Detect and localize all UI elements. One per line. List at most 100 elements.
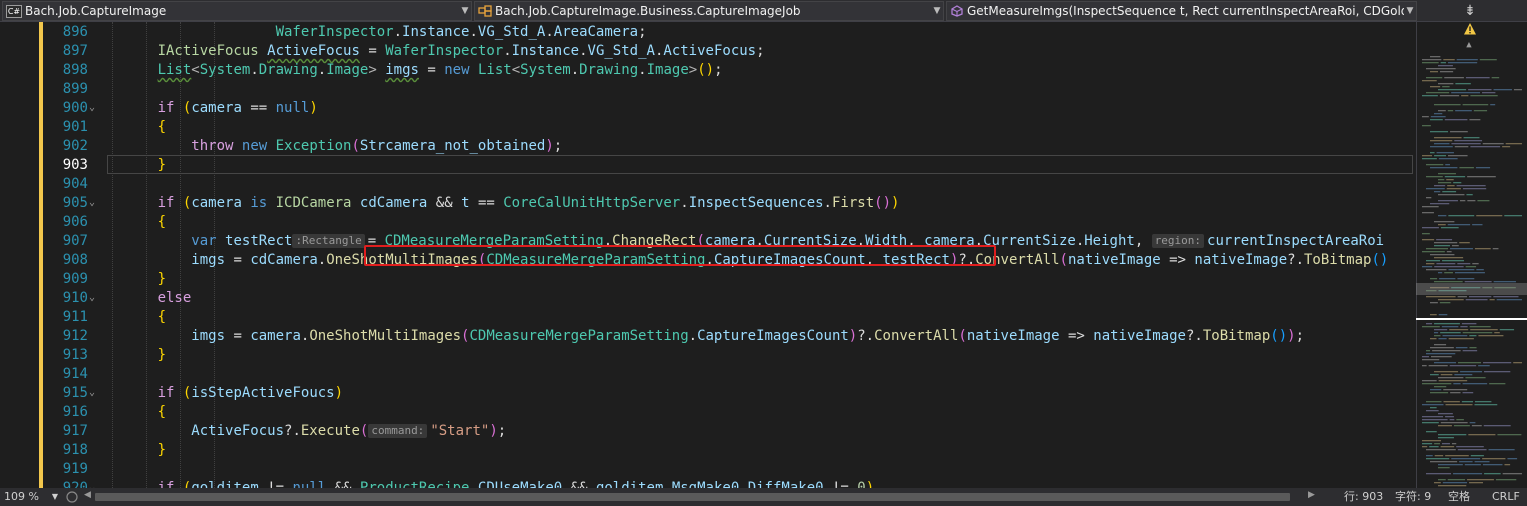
code-text: {: [157, 404, 167, 420]
minimap-line: [1434, 371, 1459, 373]
minimap-line: [1426, 248, 1449, 250]
minimap-line: [1443, 401, 1460, 403]
minimap-line: [1422, 422, 1439, 424]
minimap-line: [1453, 182, 1462, 184]
scroll-up-arrow-icon[interactable]: ▲: [1462, 40, 1476, 52]
minimap-line: [1504, 215, 1522, 217]
minimap-line: [1448, 338, 1474, 340]
minimap-line: [1438, 437, 1454, 439]
warning-icon[interactable]: [1463, 22, 1477, 36]
fold-chevron-icon[interactable]: ⌄: [89, 388, 99, 398]
minimap-line: [1483, 425, 1511, 427]
line-number: 908: [62, 252, 88, 268]
minimap-line: [1432, 350, 1461, 352]
minimap-line: [1438, 413, 1453, 415]
minimap-line: [1457, 296, 1468, 298]
minimap-line: [1450, 248, 1473, 250]
minimap-line: [1455, 83, 1471, 85]
code-minimap[interactable]: [1418, 54, 1527, 488]
minimap-line: [1422, 227, 1439, 229]
zoom-dropdown[interactable]: 109 % ▼: [2, 489, 62, 505]
no-issues-icon[interactable]: [66, 491, 78, 503]
minimap-line: [1470, 455, 1484, 457]
minimap-line: [1496, 299, 1522, 301]
minimap-line: [1434, 332, 1439, 334]
code-line: 915 ⌄ if (isStepActiveFoucs): [0, 384, 1416, 403]
minimap-line: [1426, 164, 1444, 166]
scroll-right-arrow-icon[interactable]: ▶: [1308, 490, 1315, 500]
minimap-line: [1446, 251, 1452, 253]
minimap-line: [1478, 335, 1504, 337]
minimap-line: [1422, 251, 1445, 253]
minimap-line: [1430, 347, 1454, 349]
minimap-line: [1451, 443, 1457, 445]
minimap-line: [1448, 269, 1475, 271]
minimap-line: [1434, 137, 1462, 139]
code-line: 901 {: [0, 118, 1416, 137]
fold-chevron-icon[interactable]: ⌄: [89, 103, 99, 113]
minimap-line: [1451, 92, 1481, 94]
code-line: 896 WaferInspector.Instance.VG_Std_A.Are…: [0, 23, 1416, 42]
minimap-line: [1484, 473, 1501, 475]
minimap-line: [1422, 326, 1440, 328]
scroll-left-arrow-icon[interactable]: ◀: [84, 490, 91, 500]
member-dropdown[interactable]: GetMeasureImgs(InspectSequence t, Rect c…: [946, 1, 1417, 21]
minimap-line: [1505, 143, 1522, 145]
minimap-line: [1461, 401, 1473, 403]
minimap-line: [1438, 200, 1458, 202]
minimap-line: [1422, 266, 1433, 268]
line-number: 905: [62, 195, 88, 211]
minimap-line: [1438, 467, 1450, 469]
chevron-down-icon: ▼: [933, 6, 941, 16]
fold-chevron-icon[interactable]: ⌄: [89, 293, 99, 303]
chevron-down-icon: ▼: [51, 492, 58, 501]
type-dropdown[interactable]: Bach.Job.CaptureImage.Business.CaptureIm…: [474, 1, 944, 21]
line-ending-indicator[interactable]: CRLF: [1492, 488, 1520, 506]
minimap-line: [1454, 146, 1469, 148]
minimap-line: [1426, 269, 1447, 271]
minimap-line: [1434, 323, 1460, 325]
code-line: 919: [0, 460, 1416, 479]
minimap-line: [1457, 263, 1471, 265]
minimap-line: [1513, 362, 1522, 364]
minimap-line: [1422, 365, 1427, 367]
minimap-line: [1434, 113, 1443, 115]
method-icon: [951, 5, 963, 17]
code-line: 909 }: [0, 270, 1416, 289]
minimap-line: [1434, 104, 1461, 106]
code-text: else: [157, 290, 192, 306]
minimap-line: [1465, 377, 1486, 379]
minimap-line: [1430, 374, 1439, 376]
minimap-line: [1430, 314, 1437, 316]
whitespace-indicator[interactable]: 空格: [1448, 488, 1470, 506]
minimap-line: [1422, 125, 1431, 127]
minimap-line: [1438, 314, 1448, 316]
minimap-line: [1438, 299, 1464, 301]
minimap-line: [1479, 59, 1497, 61]
minimap-line: [1456, 59, 1478, 61]
minimap-line: [1489, 299, 1495, 301]
line-indicator[interactable]: 行: 903: [1344, 488, 1383, 506]
code-line: 899: [0, 80, 1416, 99]
minimap-viewport[interactable]: [1416, 283, 1527, 295]
minimap-line: [1449, 365, 1477, 367]
project-dropdown[interactable]: C# Bach.Job.CaptureImage ▼: [2, 1, 472, 21]
line-number: 898: [62, 62, 88, 78]
line-number: 915: [62, 385, 88, 401]
minimap-line: [1447, 110, 1454, 112]
highlight-annotation-box: [364, 245, 996, 266]
fold-chevron-icon[interactable]: ⌄: [89, 198, 99, 208]
minimap-line: [1438, 179, 1445, 181]
minimap-line: [1422, 206, 1439, 208]
horizontal-scrollbar-thumb[interactable]: [95, 493, 1290, 501]
minimap-line: [1434, 221, 1455, 223]
line-number: 903: [62, 157, 88, 173]
line-number: 902: [62, 138, 88, 154]
char-indicator[interactable]: 字符: 9: [1395, 488, 1431, 506]
split-editor-icon[interactable]: ⇟: [1460, 2, 1480, 20]
code-editor[interactable]: 896 WaferInspector.Instance.VG_Std_A.Are…: [0, 22, 1416, 488]
line-number: 906: [62, 214, 88, 230]
minimap-line: [1469, 422, 1476, 424]
minimap-line: [1450, 131, 1468, 133]
line-number: 899: [62, 81, 88, 97]
